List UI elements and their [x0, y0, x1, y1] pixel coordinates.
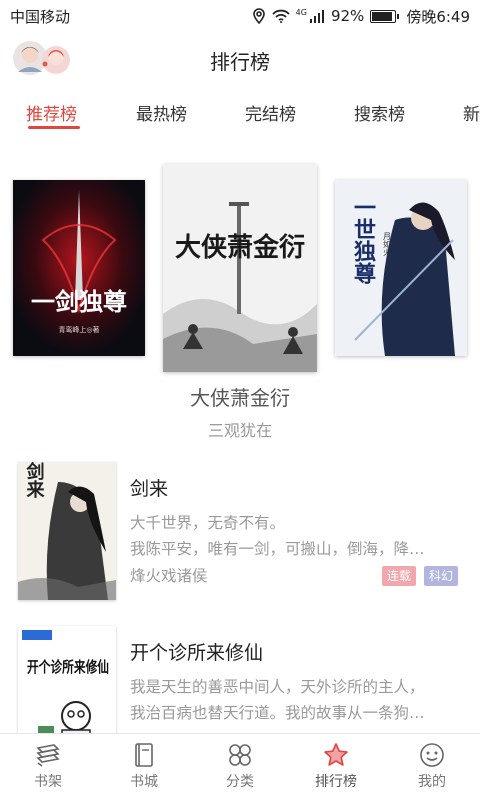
battery-percent: 92%	[330, 7, 365, 25]
cover-title-text: 剑来	[24, 462, 46, 499]
cover-art: 一剑独尊 青鸾峰上◎著	[13, 180, 145, 356]
signal-icon	[309, 10, 324, 23]
book-list-item[interactable]: 剑来 剑来 大千世界，无奇不有。 我陈平安，唯有一剑，可搬山，倒海，降… 烽火戏…	[0, 462, 480, 612]
cover-title-text: 一剑独尊	[31, 287, 127, 316]
featured-cover-left[interactable]: 一剑独尊 青鸾峰上◎著	[13, 180, 145, 356]
book-author: 烽火戏诸侯	[130, 567, 208, 585]
nav-label: 分类	[226, 774, 254, 790]
cover-title-text: 大侠萧金衍	[175, 232, 305, 263]
cover-author-text: 月如火	[383, 232, 392, 256]
nav-bookshelf[interactable]: 书架	[0, 734, 96, 800]
bottom-nav: 书架 书城 分类 排行榜 我的	[0, 733, 480, 800]
tab-new[interactable]: 新	[463, 100, 480, 125]
star-icon	[324, 743, 348, 766]
nav-label: 书城	[130, 774, 158, 790]
cover-title-text: 一世独尊	[350, 196, 376, 284]
featured-book-author: 三观犹在	[207, 421, 272, 440]
battery-icon	[370, 9, 400, 23]
page-title: 排行榜	[210, 49, 270, 74]
book-icon	[135, 743, 153, 767]
featured-cover-right[interactable]: 一世独尊 月如火	[335, 180, 467, 356]
cover-art: 剑来	[18, 462, 116, 600]
featured-cover-center[interactable]: 大侠萧金衍	[163, 164, 317, 372]
nav-category[interactable]: 分类	[192, 734, 288, 800]
carrier-label: 中国移动	[10, 7, 71, 26]
tab-hottest[interactable]: 最热榜	[136, 100, 187, 125]
bookshelf-icon	[36, 744, 60, 767]
clock: 傍晚6:49	[406, 7, 470, 26]
featured-book-title[interactable]: 大侠萧金衍	[0, 382, 480, 411]
cover-art: 一世独尊 月如火	[335, 180, 467, 356]
nav-label: 排行榜	[315, 774, 357, 790]
active-tab-indicator	[28, 126, 80, 129]
tab-recommended[interactable]: 推荐榜	[26, 100, 77, 125]
network-type-label: 4G	[295, 7, 307, 17]
category-icon	[229, 744, 251, 766]
battery-fill	[372, 11, 392, 21]
cover-title-text: 开个诊所来修仙	[27, 658, 109, 676]
status-tag: 连载	[382, 566, 417, 586]
header: 排行榜	[0, 32, 480, 88]
tab-bar: 推荐榜 最热榜 完结榜 搜索榜 新	[0, 92, 480, 136]
avatar[interactable]	[12, 38, 74, 78]
nav-label: 我的	[418, 774, 446, 790]
status-icons: 4G 92% 傍晚6:49	[252, 6, 470, 27]
description-line: 我治百病也替天行道。我的故事从一条狗…	[130, 704, 425, 722]
genre-tag: 科幻	[424, 566, 459, 586]
nav-profile[interactable]: 我的	[384, 734, 480, 800]
nav-ranking[interactable]: 排行榜	[288, 734, 384, 800]
book-description: 大千世界，无奇不有。 我陈平安，唯有一剑，可搬山，倒海，降…	[130, 510, 460, 562]
cover-art: 大侠萧金衍	[163, 164, 317, 372]
tab-completed[interactable]: 完结榜	[245, 100, 296, 125]
description-line: 大千世界，无奇不有。	[130, 514, 286, 532]
location-icon	[252, 8, 265, 24]
description-line: 我陈平安，唯有一剑，可搬山，倒海，降…	[130, 540, 425, 558]
nav-bookstore[interactable]: 书城	[96, 734, 192, 800]
status-bar: 中国移动 4G 92% 傍晚6:49	[0, 0, 480, 32]
book-description: 我是天生的善恶中间人，天外诊所的主人， 我治百病也替天行道。我的故事从一条狗…	[130, 674, 460, 726]
featured-carousel: 一剑独尊 青鸾峰上◎著 大侠萧金衍 一世独尊 月如火 大侠萧金衍 三观犹在	[0, 160, 480, 450]
book-title[interactable]: 开个诊所来修仙	[130, 638, 263, 665]
cover-author-text: 青鸾峰上◎著	[58, 325, 99, 334]
wifi-icon	[272, 9, 290, 23]
nav-label: 书架	[34, 774, 62, 790]
book-title[interactable]: 剑来	[130, 474, 168, 501]
tab-search-rank[interactable]: 搜索榜	[354, 100, 405, 125]
smiley-icon	[420, 743, 444, 767]
description-line: 我是天生的善恶中间人，天外诊所的主人，	[130, 678, 425, 696]
book-cover[interactable]: 剑来	[18, 462, 116, 600]
